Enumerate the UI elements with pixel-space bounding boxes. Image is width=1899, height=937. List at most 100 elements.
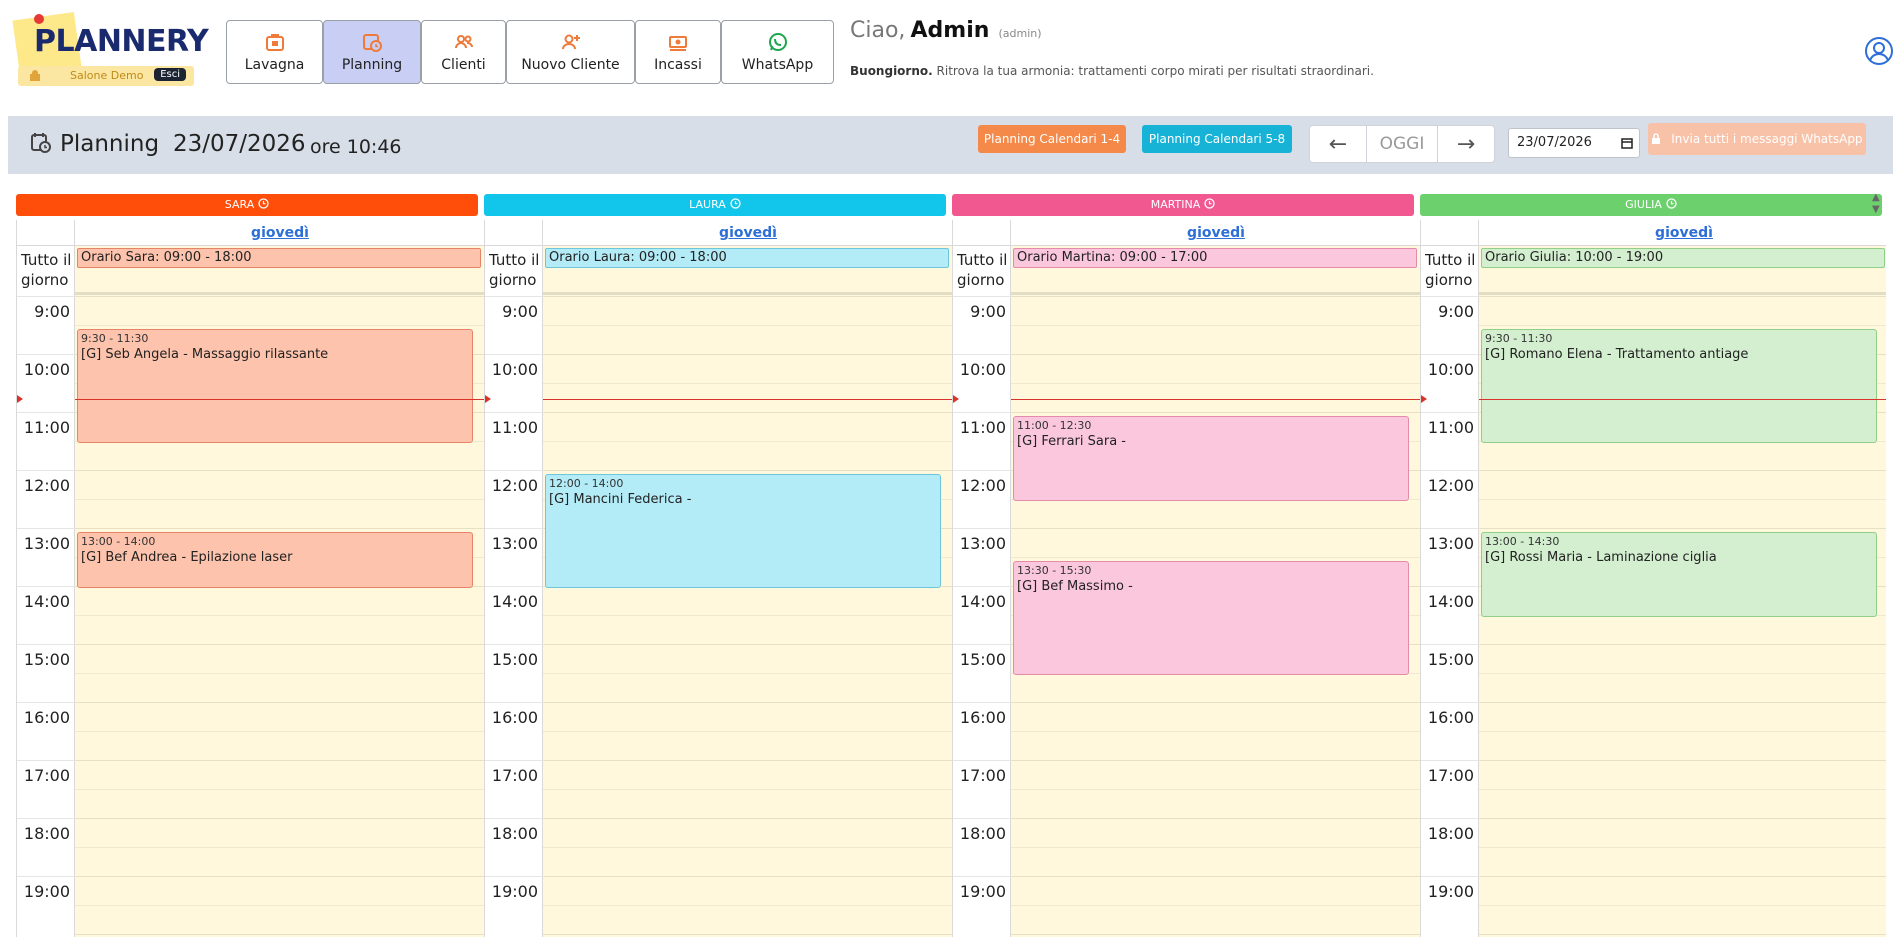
time-hour-line [953,470,1011,471]
half-hour-line [75,731,485,732]
half-hour-line [1011,905,1421,906]
working-hours-badge[interactable]: Orario Laura: 09:00 - 18:00 [545,248,949,268]
money-icon [669,36,687,51]
day-column[interactable]: giovedì Orario Giulia: 10:00 - 19:00 9:30 … [1479,220,1886,937]
hour-line [75,528,485,529]
planning-calendars-5-8-button[interactable]: Planning Calendari 5-8 [1142,125,1292,153]
half-hour-line [75,325,485,326]
nav-nuovo-cliente[interactable]: Nuovo Cliente [506,20,635,84]
day-header-link[interactable]: giovedì [1011,220,1421,246]
hour-line [1011,876,1421,877]
staff-header-giulia[interactable]: GIULIA [1420,194,1882,216]
staff-header-laura[interactable]: LAURA [484,194,946,216]
appointment-event[interactable]: 9:30 - 11:30 [G] Romano Elena - Trattamen… [1481,329,1877,443]
time-hour-line [953,586,1011,587]
calendar-clock-icon [363,34,382,52]
time-column: Tutto il giorno 9:00 10:00 11:00 12:00 13:00 1… [1421,220,1479,937]
nav-clienti[interactable]: Clienti [421,20,506,84]
time-hour-line [17,876,75,877]
event-time: 11:00 - 12:30 [1017,419,1092,432]
time-column-header [485,220,542,246]
date-navigation: ← OGGI → [1309,125,1495,163]
half-hour-line [1011,383,1421,384]
half-hour-line [543,731,953,732]
time-hour-line [17,644,75,645]
hour-label: 12:00 [491,476,538,495]
date-picker-input[interactable]: 23/07/2026 [1508,128,1640,158]
current-time-marker [485,394,491,403]
hour-line [1011,702,1421,703]
event-title: [G] Rossi Maria - Laminazione ciglia [1485,550,1717,565]
hour-label: 19:00 [491,882,538,901]
appointment-event[interactable]: 11:00 - 12:30 [G] Ferrari Sara - [1013,416,1409,501]
time-hour-line [17,296,75,297]
hour-line [1011,528,1421,529]
half-hour-line [75,673,485,674]
nav-whatsapp[interactable]: WhatsApp [721,20,834,84]
hour-label: 11:00 [959,418,1006,437]
time-hour-line [485,644,543,645]
hour-line [75,760,485,761]
hour-label: 14:00 [1427,592,1474,611]
scroll-arrows[interactable]: ▲ ▼ [1872,192,1880,216]
appointment-event[interactable]: 13:30 - 15:30 [G] Bef Massimo - [1013,561,1409,675]
working-hours-badge[interactable]: Orario Martina: 09:00 - 17:00 [1013,248,1417,268]
half-hour-line [1011,557,1421,558]
all-day-separator [75,292,485,295]
half-hour-line [543,673,953,674]
half-hour-line [543,383,953,384]
hour-label: 15:00 [959,650,1006,669]
hour-label: 17:00 [491,766,538,785]
today-button[interactable]: OGGI [1366,126,1438,162]
logo[interactable]: PLANNERY Salone Demo Esci [12,11,209,86]
hour-line [1479,470,1886,471]
staff-header-sara[interactable]: SARA [16,194,478,216]
day-column[interactable]: giovedì Orario Sara: 09:00 - 18:00 9:30 - … [75,220,485,937]
day-column[interactable]: giovedì Orario Laura: 09:00 - 18:00 12:00 … [543,220,953,937]
nav-planning[interactable]: Planning [323,20,421,84]
prev-day-button[interactable]: ← [1310,126,1366,162]
hour-label: 16:00 [491,708,538,727]
day-header-link[interactable]: giovedì [543,220,953,246]
time-hour-line [1421,470,1479,471]
day-header-link[interactable]: giovedì [75,220,485,246]
half-hour-line [1011,789,1421,790]
half-hour-line [75,789,485,790]
appointment-event[interactable]: 13:00 - 14:30 [G] Rossi Maria - Laminazio… [1481,532,1877,617]
staff-header-martina[interactable]: MARTINA [952,194,1414,216]
user-account-icon[interactable] [1864,36,1894,66]
working-hours-badge[interactable]: Orario Sara: 09:00 - 18:00 [77,248,481,268]
hour-label: 10:00 [23,360,70,379]
nav-label: WhatsApp [741,57,814,73]
half-hour-line [1011,731,1421,732]
next-day-button[interactable]: → [1438,126,1494,162]
nav-incassi[interactable]: Incassi [635,20,721,84]
appointment-event[interactable]: 12:00 - 14:00 [G] Mancini Federica - [545,474,941,588]
time-hour-line [1421,818,1479,819]
app-header: PLANNERY Salone Demo Esci Lavagna Planni… [0,0,1899,110]
time-hour-line [1421,586,1479,587]
salon-icon [30,70,40,81]
time-hour-line [485,296,543,297]
time-hour-line [1421,760,1479,761]
half-hour-line [75,847,485,848]
hour-label: 9:00 [1438,302,1474,321]
planning-calendars-1-4-button[interactable]: Planning Calendari 1-4 [978,125,1126,153]
working-hours-badge[interactable]: Orario Giulia: 10:00 - 19:00 [1481,248,1885,268]
half-hour-line [1479,673,1886,674]
appointment-event[interactable]: 13:00 - 14:00 [G] Bef Andrea - Epilazione… [77,532,473,588]
hour-line [543,876,953,877]
nav-label: Incassi [654,57,702,73]
nav-lavagna[interactable]: Lavagna [226,20,323,84]
day-column[interactable]: giovedì Orario Martina: 09:00 - 17:00 11:0… [1011,220,1421,937]
half-hour-line [75,615,485,616]
current-time-line [543,398,953,400]
hour-line [75,702,485,703]
appointment-event[interactable]: 9:30 - 11:30 [G] Seb Angela - Massaggio r… [77,329,473,443]
send-all-whatsapp-button[interactable]: Invia tutti i messaggi WhatsApp [1648,123,1866,155]
time-hour-line [953,876,1011,877]
logout-button[interactable]: Esci [154,68,186,81]
day-header-link[interactable]: giovedì [1479,220,1886,246]
hour-label: 13:00 [23,534,70,553]
all-day-separator [1479,292,1886,295]
